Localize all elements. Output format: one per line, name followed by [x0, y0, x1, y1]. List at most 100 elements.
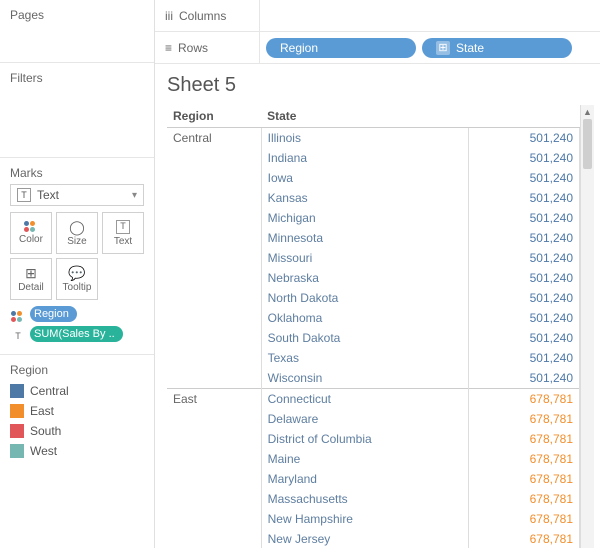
state-cell: Nebraska — [261, 268, 469, 288]
color-icon — [24, 221, 38, 232]
region-cell — [167, 429, 261, 449]
text-icon: T — [116, 220, 130, 234]
legend-item[interactable]: West — [10, 441, 144, 461]
state-cell: Iowa — [261, 168, 469, 188]
table-row[interactable]: Oklahoma501,240 — [167, 308, 580, 328]
scroll-thumb[interactable] — [583, 119, 592, 169]
plus-icon: ⊞ — [436, 41, 450, 55]
legend-title: Region — [10, 363, 144, 377]
table-row[interactable]: Michigan501,240 — [167, 208, 580, 228]
size-button[interactable]: ◯ Size — [56, 212, 98, 254]
state-cell: Delaware — [261, 409, 469, 429]
state-cell: Indiana — [261, 148, 469, 168]
state-cell: Wisconsin — [261, 368, 469, 389]
color-button[interactable]: Color — [10, 212, 52, 254]
header-region[interactable]: Region — [167, 105, 261, 128]
tooltip-icon: 💬 — [68, 266, 85, 280]
region-cell — [167, 449, 261, 469]
table-row[interactable]: Massachusetts678,781 — [167, 489, 580, 509]
table-row[interactable]: Delaware678,781 — [167, 409, 580, 429]
rows-dropzone[interactable]: Region ⊞State — [260, 38, 600, 58]
marks-type-dropdown[interactable]: T Text ▾ — [10, 184, 144, 206]
value-cell: 678,781 — [469, 489, 580, 509]
detail-button[interactable]: ⊞ Detail — [10, 258, 52, 300]
filters-panel: Filters — [0, 63, 154, 158]
value-cell: 678,781 — [469, 389, 580, 410]
value-cell: 501,240 — [469, 248, 580, 268]
table-row[interactable]: Indiana501,240 — [167, 148, 580, 168]
state-cell: New Jersey — [261, 529, 469, 548]
table-row[interactable]: Missouri501,240 — [167, 248, 580, 268]
state-cell: Missouri — [261, 248, 469, 268]
main-area: iii Columns ≡ Rows Region⊞State Sheet 5 … — [155, 0, 600, 548]
region-cell — [167, 308, 261, 328]
color-icon — [10, 308, 26, 324]
region-cell — [167, 409, 261, 429]
table-row[interactable]: Iowa501,240 — [167, 168, 580, 188]
legend-item[interactable]: South — [10, 421, 144, 441]
tooltip-button[interactable]: 💬 Tooltip — [56, 258, 98, 300]
table-row[interactable]: New Hampshire678,781 — [167, 509, 580, 529]
table-row[interactable]: Kansas501,240 — [167, 188, 580, 208]
table-row[interactable]: Texas501,240 — [167, 348, 580, 368]
value-cell: 678,781 — [469, 509, 580, 529]
legend-item[interactable]: Central — [10, 381, 144, 401]
state-cell: Maine — [261, 449, 469, 469]
region-cell — [167, 288, 261, 308]
state-cell: Texas — [261, 348, 469, 368]
table-row[interactable]: Nebraska501,240 — [167, 268, 580, 288]
pill-region[interactable]: Region — [30, 306, 77, 322]
shelf-pill[interactable]: Region — [266, 38, 416, 58]
region-cell — [167, 368, 261, 389]
state-cell: Minnesota — [261, 228, 469, 248]
table-row[interactable]: North Dakota501,240 — [167, 288, 580, 308]
value-cell: 678,781 — [469, 449, 580, 469]
table-row[interactable]: South Dakota501,240 — [167, 328, 580, 348]
value-cell: 501,240 — [469, 368, 580, 389]
region-cell — [167, 529, 261, 548]
scrollbar[interactable]: ▲ — [580, 105, 594, 548]
table-row[interactable]: EastConnecticut678,781 — [167, 389, 580, 410]
shelf-pill[interactable]: ⊞State — [422, 38, 572, 58]
swatch-icon — [10, 444, 24, 458]
marks-title: Marks — [10, 166, 144, 180]
filters-dropzone[interactable] — [10, 89, 144, 149]
value-cell: 501,240 — [469, 268, 580, 288]
columns-shelf[interactable]: iii Columns — [155, 0, 600, 32]
pill-sum-sales[interactable]: SUM(Sales By .. — [30, 326, 123, 342]
rows-shelf[interactable]: ≡ Rows Region⊞State — [155, 32, 600, 64]
text-icon: T — [17, 188, 31, 202]
table-row[interactable]: Maryland678,781 — [167, 469, 580, 489]
state-cell: South Dakota — [261, 328, 469, 348]
region-cell — [167, 469, 261, 489]
region-cell — [167, 268, 261, 288]
value-cell: 501,240 — [469, 148, 580, 168]
text-button[interactable]: T Text — [102, 212, 144, 254]
table-row[interactable]: District of Columbia678,781 — [167, 429, 580, 449]
state-cell: Oklahoma — [261, 308, 469, 328]
region-cell — [167, 509, 261, 529]
pages-dropzone[interactable] — [10, 26, 144, 54]
table-row[interactable]: New Jersey678,781 — [167, 529, 580, 548]
legend-panel: Region CentralEastSouthWest — [0, 355, 154, 469]
value-cell: 501,240 — [469, 208, 580, 228]
chevron-down-icon: ▾ — [132, 190, 137, 201]
state-cell: Michigan — [261, 208, 469, 228]
table-row[interactable]: Maine678,781 — [167, 449, 580, 469]
sheet-title: Sheet 5 — [167, 74, 594, 97]
scroll-up-icon[interactable]: ▲ — [581, 105, 594, 119]
table-row[interactable]: CentralIllinois501,240 — [167, 128, 580, 149]
table-row[interactable]: Wisconsin501,240 — [167, 368, 580, 389]
state-cell: New Hampshire — [261, 509, 469, 529]
region-cell — [167, 228, 261, 248]
swatch-icon — [10, 384, 24, 398]
region-cell — [167, 208, 261, 228]
data-table: Region State CentralIllinois501,240India… — [167, 105, 580, 548]
columns-icon: iii — [165, 9, 173, 23]
marks-type-label: Text — [37, 188, 59, 202]
header-state[interactable]: State — [261, 105, 469, 128]
rows-icon: ≡ — [165, 41, 172, 55]
value-cell: 501,240 — [469, 188, 580, 208]
legend-item[interactable]: East — [10, 401, 144, 421]
table-row[interactable]: Minnesota501,240 — [167, 228, 580, 248]
